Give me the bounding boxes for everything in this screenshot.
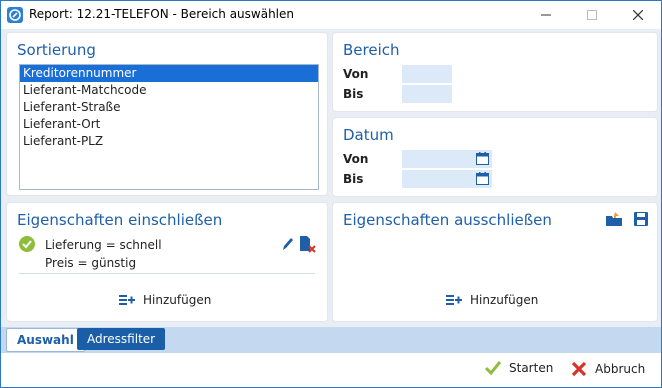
check-icon — [19, 236, 35, 252]
datum-panel: Datum Von Bis — [332, 117, 658, 197]
include-title: Eigenschaften einschließen — [17, 211, 223, 229]
calendar-icon[interactable] — [476, 152, 489, 165]
exclude-title: Eigenschaften ausschließen — [343, 211, 552, 229]
cancel-x-icon — [571, 361, 587, 377]
add-list-icon — [119, 295, 135, 305]
bereich-title: Bereich — [343, 41, 400, 59]
close-icon — [633, 10, 643, 20]
include-line-2: Preis = günstig — [45, 256, 137, 270]
sortierung-listbox[interactable]: Kreditorennummer Lieferant-Matchcode Lie… — [19, 64, 319, 190]
dialog-window: Report: 12.21-TELEFON - Bereich auswähle… — [0, 0, 662, 388]
edit-pencil-icon[interactable] — [281, 236, 295, 252]
add-list-icon — [446, 295, 462, 305]
window-title: Report: 12.21-TELEFON - Bereich auswähle… — [29, 7, 295, 21]
sortierung-panel: Sortierung Kreditorennummer Lieferant-Ma… — [6, 32, 328, 196]
include-entry[interactable]: Lieferung = schnell Preis = günstig — [19, 236, 317, 272]
list-item[interactable]: Lieferant-PLZ — [20, 133, 318, 150]
title-bar: Report: 12.21-TELEFON - Bereich auswähle… — [1, 1, 661, 29]
maximize-button — [569, 1, 615, 29]
datum-von-label: Von — [343, 152, 369, 166]
start-label: Starten — [509, 361, 554, 375]
list-item[interactable]: Lieferant-Ort — [20, 116, 318, 133]
checkmark-icon — [485, 361, 501, 375]
sortierung-title: Sortierung — [17, 41, 96, 59]
bereich-bis-label: Bis — [343, 87, 364, 101]
divider — [19, 273, 315, 274]
tab-adressfilter[interactable]: Adressfilter — [77, 328, 166, 350]
include-line-1: Lieferung = schnell — [45, 238, 162, 252]
list-item[interactable]: Lieferant-Straße — [20, 99, 318, 116]
exclude-add-label: Hinzufügen — [470, 293, 539, 307]
save-icon[interactable] — [633, 211, 649, 227]
start-button[interactable]: Starten — [485, 361, 553, 375]
exclude-toolbar — [605, 211, 649, 227]
include-panel: Eigenschaften einschließen Lieferung = s… — [6, 202, 328, 322]
datum-bis-label: Bis — [343, 172, 364, 186]
bereich-bis-input[interactable] — [402, 85, 452, 103]
main-content: Sortierung Kreditorennummer Lieferant-Ma… — [1, 29, 661, 327]
datum-von-input[interactable] — [402, 150, 492, 168]
list-item[interactable]: Lieferant-Matchcode — [20, 82, 318, 99]
tab-auswahl[interactable]: Auswahl — [6, 328, 85, 352]
cancel-button[interactable]: Abbruch — [571, 361, 645, 377]
bereich-panel: Bereich Von Bis — [332, 32, 658, 112]
close-button[interactable] — [615, 1, 661, 29]
app-icon — [7, 7, 23, 23]
datum-title: Datum — [343, 126, 394, 144]
tab-bar: Auswahl Adressfilter — [1, 327, 661, 353]
bereich-von-input[interactable] — [402, 65, 452, 83]
bereich-von-label: Von — [343, 67, 369, 81]
exclude-panel: Eigenschaften ausschließen Hinzufügen — [332, 202, 658, 322]
open-folder-icon[interactable] — [605, 211, 623, 227]
include-add-label: Hinzufügen — [143, 293, 212, 307]
datum-bis-input[interactable] — [402, 170, 492, 188]
footer: Starten Abbruch — [1, 353, 661, 387]
delete-document-icon[interactable] — [299, 236, 317, 254]
calendar-icon[interactable] — [476, 172, 489, 185]
list-item[interactable]: Kreditorennummer — [20, 65, 318, 82]
cancel-label: Abbruch — [595, 362, 646, 376]
include-add-button[interactable]: Hinzufügen — [119, 291, 211, 309]
include-text: Lieferung = schnell Preis = günstig — [45, 236, 162, 272]
minimize-button[interactable] — [523, 1, 569, 29]
exclude-add-button[interactable]: Hinzufügen — [446, 291, 538, 309]
